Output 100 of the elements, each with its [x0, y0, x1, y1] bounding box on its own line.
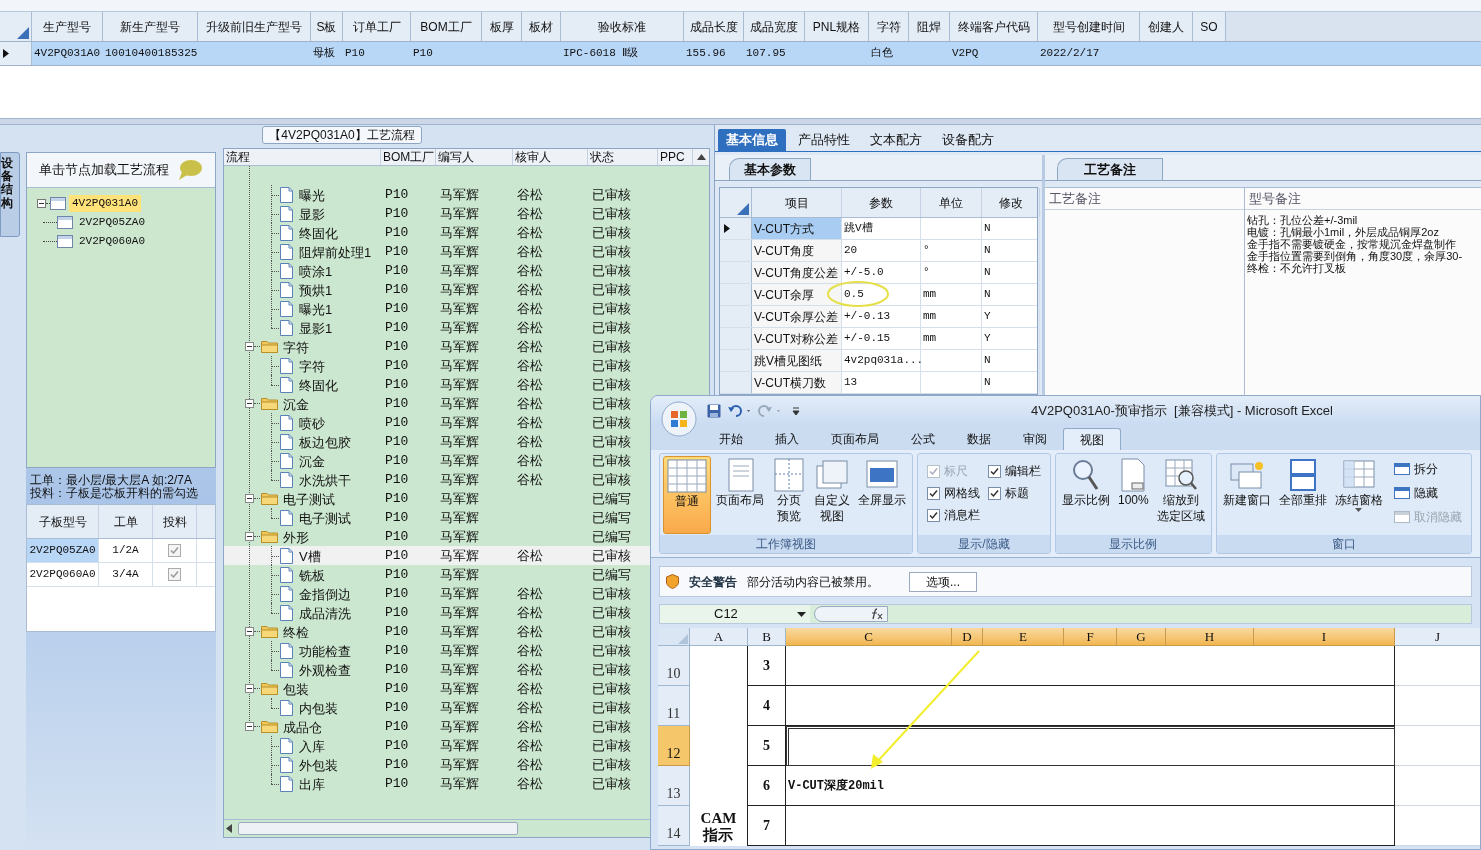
collapse-icon[interactable] [37, 199, 46, 208]
sheet-cell[interactable]: V-CUT深度20mil [786, 766, 1395, 806]
sheet-cell[interactable] [786, 726, 1395, 766]
flow-row[interactable]: 显影1 P10 马军辉 谷松 已审核 [224, 318, 652, 337]
flow-row[interactable]: 成品仓 P10 马军辉 谷松 已审核 [224, 717, 652, 736]
collapse-icon[interactable] [245, 399, 254, 408]
ribbon-tab[interactable]: 开始 [703, 428, 759, 450]
ribbon-button[interactable]: 隐藏 [1393, 484, 1462, 502]
flow-row[interactable]: 喷砂 P10 马军辉 谷松 已审核 [224, 413, 652, 432]
side-tab[interactable]: 设备结构 [0, 152, 20, 237]
ribbon-tab[interactable]: 视图 [1063, 428, 1121, 450]
ribbon-button[interactable]: 分页 预览 [769, 456, 809, 534]
column-header[interactable]: 子板型号 [27, 505, 99, 538]
sheet-cell[interactable]: 3 [748, 646, 786, 686]
tab[interactable]: 基本信息 [718, 129, 786, 151]
column-header[interactable]: 新生产型号 [103, 12, 198, 41]
checkbox[interactable] [988, 464, 1001, 478]
flow-row[interactable]: 终固化 P10 马军辉 谷松 已审核 [224, 375, 652, 394]
save-icon[interactable] [707, 404, 721, 418]
scrollbar-thumb[interactable] [238, 822, 518, 835]
column-header[interactable]: 生产型号 [32, 12, 103, 41]
ribbon-tab[interactable]: 公式 [895, 428, 951, 450]
ribbon-button[interactable]: 缩放到 选定区域 [1153, 456, 1208, 534]
checkbox[interactable] [168, 544, 181, 557]
column-header[interactable]: 型号备注 [1245, 188, 1481, 210]
ribbon-button[interactable]: 全屏显示 [855, 456, 909, 534]
scroll-left-icon[interactable] [226, 824, 232, 833]
flow-row[interactable]: 外形 P10 马军辉 已编写 [224, 527, 652, 546]
column-header[interactable]: 阻焊 [909, 12, 950, 41]
ribbon-button[interactable]: 冻结窗格 [1331, 456, 1386, 534]
flow-row[interactable]: 功能检查 P10 马军辉 谷松 已审核 [224, 641, 652, 660]
row-header[interactable] [720, 218, 752, 239]
row-header[interactable]: 13 [658, 766, 690, 806]
column-header[interactable]: G [1117, 628, 1166, 646]
row-header[interactable]: 14 [658, 806, 690, 846]
table-cell[interactable]: 跳V槽见图纸 [752, 350, 842, 371]
column-header[interactable]: 创建人 [1140, 12, 1193, 41]
column-header[interactable]: 项目 [752, 188, 842, 217]
sheet-cell[interactable]: 6 [748, 766, 786, 806]
column-header[interactable]: 终端客户代码 [950, 12, 1038, 41]
flow-row[interactable]: 成品清洗 P10 马军辉 谷松 已审核 [224, 603, 652, 622]
collapse-icon[interactable] [245, 494, 254, 503]
ribbon-button[interactable]: 普通 [663, 456, 711, 534]
flow-row[interactable]: 板边包胶 P10 马军辉 谷松 已审核 [224, 432, 652, 451]
column-header[interactable]: 工艺备注 [1045, 188, 1244, 210]
flow-row[interactable]: 终固化 P10 马军辉 谷松 已审核 [224, 223, 652, 242]
flow-row[interactable]: 电子测试 P10 马军辉 已编写 [224, 508, 652, 527]
table-cell[interactable]: V-CUT角度 [752, 240, 842, 261]
flow-row[interactable]: 曝光 P10 马军辉 谷松 已审核 [224, 185, 652, 204]
flow-row[interactable]: V槽 P10 马军辉 谷松 已审核 [224, 546, 652, 565]
checkbox[interactable] [988, 486, 1001, 500]
collapse-icon[interactable] [245, 342, 254, 351]
column-header[interactable]: 单位 [921, 188, 982, 217]
column-header[interactable]: PNL规格 [805, 12, 869, 41]
ribbon-tab[interactable]: 审阅 [1007, 428, 1063, 450]
checkbox[interactable] [927, 508, 940, 522]
flow-row[interactable]: 入库 P10 马军辉 谷松 已审核 [224, 736, 652, 755]
column-header[interactable]: B [748, 628, 786, 646]
table-cell[interactable]: V-CUT横刀数 [752, 372, 842, 393]
row-header[interactable] [0, 42, 32, 65]
tree-node[interactable]: 2V2PQ060A0 [76, 233, 148, 250]
column-header[interactable]: C [786, 628, 952, 646]
row-header[interactable]: 11 [658, 686, 690, 726]
table-cell[interactable]: V-CUT对称公差 [752, 328, 842, 349]
column-header[interactable]: 型号创建时间 [1038, 12, 1140, 41]
collapse-icon[interactable] [245, 532, 254, 541]
ribbon-button[interactable]: 自定义 视图 [811, 456, 853, 534]
table-cell[interactable]: V-CUT余厚 [752, 284, 842, 305]
flow-row[interactable]: 喷涂1 P10 马军辉 谷松 已审核 [224, 261, 652, 280]
function-icon[interactable] [869, 608, 883, 620]
column-header[interactable]: 修改 [982, 188, 1040, 217]
column-header[interactable]: 编写人 [436, 149, 513, 165]
ribbon-button[interactable]: 全部重排 [1275, 456, 1330, 534]
name-box[interactable]: C12 [660, 605, 810, 623]
column-header[interactable]: 验收标准 [561, 12, 684, 41]
checkbox-label[interactable]: 标题 [1005, 484, 1029, 502]
row-header[interactable]: 12 [658, 726, 690, 766]
checkbox[interactable] [927, 486, 940, 500]
column-header[interactable]: 成品宽度 [744, 12, 805, 41]
sheet-cell[interactable]: 5 [748, 726, 786, 766]
sheet-cell[interactable] [786, 806, 1395, 846]
table-cell[interactable]: V-CUT方式 [752, 218, 842, 239]
collapse-icon[interactable] [245, 627, 254, 636]
panel-title-tab[interactable]: 【4V2PQ031A0】工艺流程 [262, 126, 422, 144]
flow-row[interactable]: 水洗烘干 P10 马军辉 谷松 已审核 [224, 470, 652, 489]
checkbox[interactable] [168, 568, 181, 581]
flow-row[interactable]: 出库 P10 马军辉 谷松 已审核 [224, 774, 652, 793]
customize-toolbar-icon[interactable] [791, 406, 801, 416]
column-header[interactable]: 流程 [224, 149, 381, 165]
ribbon-tab[interactable]: 插入 [759, 428, 815, 450]
flow-row[interactable]: 包装 P10 马军辉 谷松 已审核 [224, 679, 652, 698]
ribbon-button[interactable]: 拆分 [1393, 460, 1462, 478]
column-header[interactable]: 订单工厂 [343, 12, 411, 41]
table-cell[interactable]: V-CUT余厚公差 [752, 306, 842, 327]
ribbon-button[interactable]: 新建窗口 [1219, 456, 1274, 534]
flow-row[interactable]: 内包装 P10 马军辉 谷松 已审核 [224, 698, 652, 717]
tree-node[interactable]: 4V2PQ031A0 [69, 195, 141, 212]
ribbon-button[interactable]: 显示比例 [1059, 456, 1113, 534]
flow-row[interactable]: 终检 P10 马军辉 谷松 已审核 [224, 622, 652, 641]
flow-row[interactable]: 外观检查 P10 马军辉 谷松 已审核 [224, 660, 652, 679]
